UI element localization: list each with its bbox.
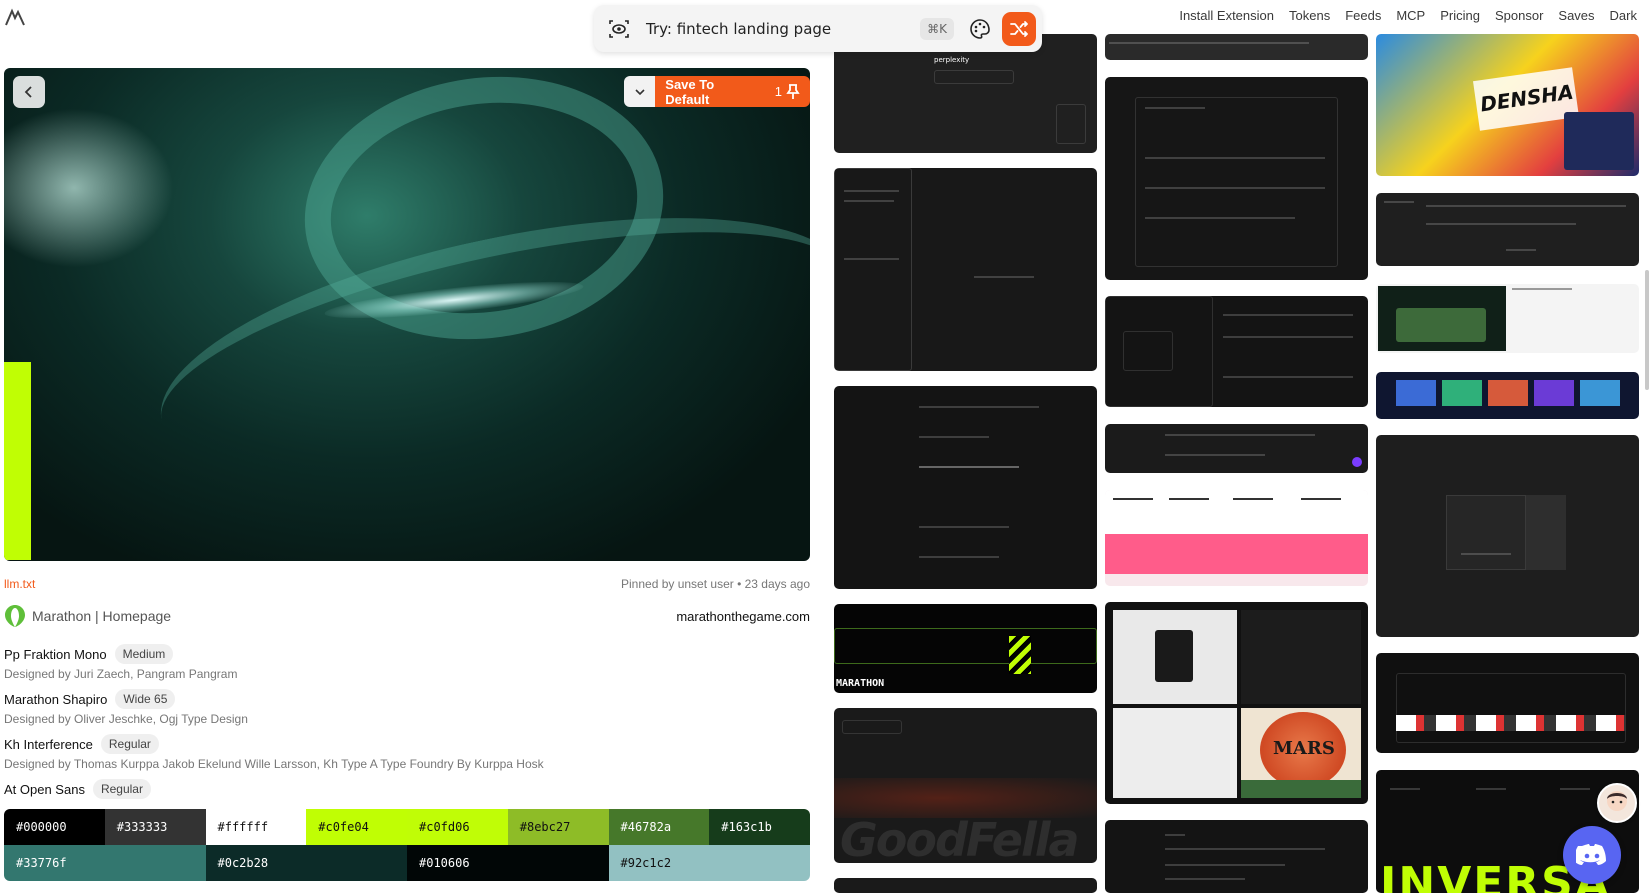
hero-glow bbox=[4, 108, 174, 268]
nav-mcp[interactable]: MCP bbox=[1396, 8, 1425, 23]
site-name[interactable]: Marathon | Homepage bbox=[32, 608, 171, 624]
thumb-caption: MARATHON bbox=[836, 678, 885, 689]
site-favicon-icon bbox=[5, 605, 25, 627]
font-name[interactable]: Pp Fraktion Mono bbox=[4, 647, 107, 662]
font-item: Marathon Shapiro Wide 65 Designed by Oliv… bbox=[4, 688, 810, 726]
color-swatch[interactable]: #010606 bbox=[407, 845, 609, 881]
logo[interactable] bbox=[4, 8, 28, 28]
discord-button[interactable] bbox=[1563, 826, 1621, 884]
gallery-thumb[interactable] bbox=[1105, 77, 1368, 280]
gallery: perplexity MARATHON GoodFella MARS DENSH… bbox=[834, 0, 1646, 893]
chevron-left-icon bbox=[24, 86, 32, 98]
nav-install-extension[interactable]: Install Extension bbox=[1179, 8, 1274, 23]
color-swatch[interactable]: #c0fe04 bbox=[306, 809, 407, 845]
font-designer: Designed by Oliver Jeschke, Ogj Type Des… bbox=[4, 712, 248, 726]
save-dropdown-button[interactable] bbox=[624, 76, 656, 107]
visual-search-icon[interactable] bbox=[606, 16, 632, 42]
color-swatch[interactable]: #333333 bbox=[104, 809, 206, 845]
font-name[interactable]: Marathon Shapiro bbox=[4, 692, 107, 707]
color-palette: #000000 #333333 #ffffff #c0fe04 #c0fd06 … bbox=[4, 809, 810, 881]
color-swatch[interactable]: #163c1b bbox=[709, 809, 810, 845]
gallery-thumb[interactable] bbox=[834, 878, 1097, 893]
gallery-thumb[interactable] bbox=[1376, 193, 1639, 266]
gallery-thumb[interactable] bbox=[1376, 284, 1639, 353]
nav-saves[interactable]: Saves bbox=[1558, 8, 1594, 23]
gallery-thumb[interactable]: DENSHA bbox=[1376, 34, 1639, 176]
save-label: Save To Default bbox=[665, 76, 715, 107]
thumb-caption: perplexity bbox=[934, 56, 970, 64]
save-to-default-button[interactable]: Save To Default 1 bbox=[655, 76, 810, 107]
avatar[interactable] bbox=[1597, 783, 1637, 823]
search-bar[interactable]: Try: fintech landing page ⌘K bbox=[594, 5, 1042, 52]
font-item: At Open Sans Regular bbox=[4, 778, 810, 800]
gallery-thumb[interactable] bbox=[834, 168, 1097, 371]
back-button[interactable] bbox=[13, 76, 45, 108]
color-swatch[interactable]: #c0fd06 bbox=[407, 809, 508, 845]
llm-txt-link[interactable]: llm.txt bbox=[4, 577, 35, 591]
color-swatch[interactable]: #92c1c2 bbox=[608, 845, 810, 881]
color-swatch[interactable]: #46782a bbox=[608, 809, 710, 845]
font-item: Pp Fraktion Mono Medium Designed by Juri … bbox=[4, 643, 810, 681]
gallery-thumb[interactable] bbox=[1376, 435, 1639, 637]
gallery-thumb[interactable]: GoodFella bbox=[834, 708, 1097, 863]
font-weight-badge: Wide 65 bbox=[115, 689, 176, 709]
shuffle-icon bbox=[1010, 20, 1028, 37]
shortcut-hint: ⌘K bbox=[920, 17, 954, 40]
font-weight-badge: Regular bbox=[100, 734, 159, 754]
meta-row: llm.txt Pinned by unset user • 23 days a… bbox=[4, 577, 810, 591]
top-nav: Install Extension Tokens Feeds MCP Prici… bbox=[1179, 8, 1637, 23]
pin-icon bbox=[786, 83, 800, 99]
gallery-thumb[interactable] bbox=[1376, 372, 1639, 419]
font-weight-badge: Regular bbox=[92, 779, 151, 799]
nav-tokens[interactable]: Tokens bbox=[1289, 8, 1330, 23]
gallery-thumb[interactable] bbox=[1105, 424, 1368, 473]
hero-screenshot: Save To Default 1 bbox=[4, 68, 810, 561]
font-name[interactable]: At Open Sans bbox=[4, 782, 85, 797]
gallery-thumb[interactable] bbox=[1105, 820, 1368, 893]
thumb-caption: GoodFella bbox=[840, 813, 1080, 863]
avatar-face-icon bbox=[1607, 791, 1627, 811]
save-count: 1 bbox=[774, 84, 782, 99]
nav-dark-toggle[interactable]: Dark bbox=[1610, 8, 1637, 23]
chevron-down-icon bbox=[635, 88, 645, 95]
font-list: Pp Fraktion Mono Medium Designed by Juri … bbox=[4, 643, 810, 807]
nav-feeds[interactable]: Feeds bbox=[1345, 8, 1381, 23]
color-swatch[interactable]: #000000 bbox=[4, 809, 105, 845]
gallery-thumb[interactable] bbox=[834, 386, 1097, 589]
gallery-thumb[interactable] bbox=[1105, 296, 1368, 407]
gallery-thumb[interactable] bbox=[1105, 34, 1368, 60]
font-designer: Designed by Juri Zaech, Pangram Pangram bbox=[4, 667, 238, 681]
thumb-caption: MARS bbox=[1273, 738, 1335, 759]
color-swatch[interactable]: #8ebc27 bbox=[507, 809, 609, 845]
palette-icon[interactable] bbox=[966, 15, 994, 43]
color-swatch[interactable]: #0c2b28 bbox=[205, 845, 407, 881]
search-input[interactable]: Try: fintech landing page bbox=[646, 20, 920, 38]
nav-sponsor[interactable]: Sponsor bbox=[1495, 8, 1543, 23]
save-group: Save To Default 1 bbox=[624, 76, 810, 107]
gallery-thumb[interactable]: MARS bbox=[1105, 602, 1368, 804]
font-weight-badge: Medium bbox=[114, 644, 174, 664]
shuffle-button[interactable] bbox=[1002, 11, 1036, 46]
pinned-info: Pinned by unset user • 23 days ago bbox=[621, 577, 810, 591]
font-designer: Designed by Thomas Kurppa Jakob Ekelund … bbox=[4, 757, 544, 771]
font-name[interactable]: Kh Interference bbox=[4, 737, 93, 752]
site-row: Marathon | Homepage marathonthegame.com bbox=[4, 604, 810, 628]
gallery-thumb[interactable]: MARATHON bbox=[834, 604, 1097, 693]
font-item: Kh Interference Regular Designed by Thoma… bbox=[4, 733, 810, 771]
discord-icon bbox=[1576, 844, 1606, 865]
hero-lime-bar bbox=[4, 362, 31, 560]
scrollbar[interactable] bbox=[1645, 270, 1649, 390]
gallery-thumb[interactable] bbox=[1376, 653, 1639, 753]
color-swatch[interactable]: #33776f bbox=[4, 845, 206, 881]
gallery-thumb[interactable] bbox=[1105, 490, 1368, 586]
color-swatch[interactable]: #ffffff bbox=[205, 809, 307, 845]
site-url-link[interactable]: marathonthegame.com bbox=[676, 609, 810, 624]
nav-pricing[interactable]: Pricing bbox=[1440, 8, 1480, 23]
